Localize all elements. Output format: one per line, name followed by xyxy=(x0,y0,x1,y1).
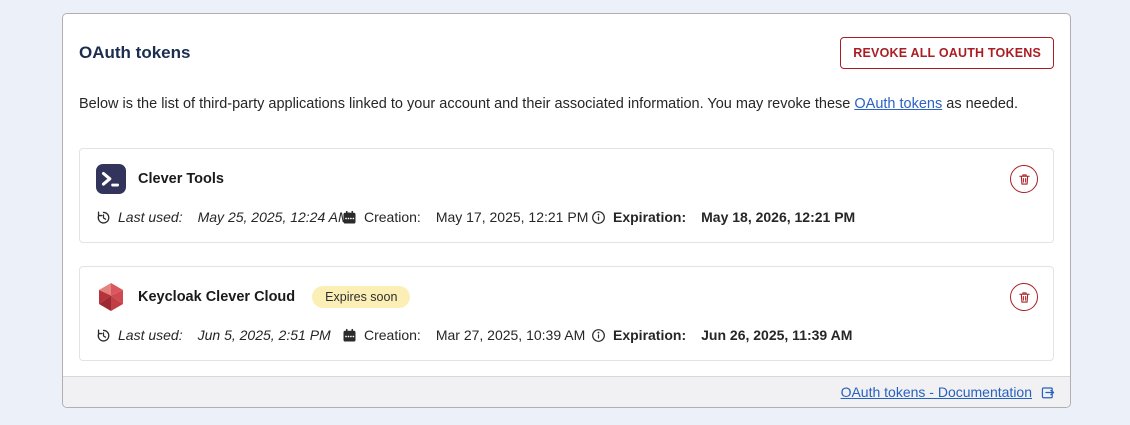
panel-footer: OAuth tokens - Documentation xyxy=(63,376,1070,407)
calendar-icon xyxy=(342,328,357,343)
expiration-label: Expiration: xyxy=(613,327,686,343)
token-meta-row: Last used: May 25, 2025, 12:24 AM xyxy=(96,209,1037,225)
token-name: Keycloak Clever Cloud xyxy=(138,289,295,305)
token-card-keycloak: Keycloak Clever Cloud Expires soon xyxy=(79,266,1054,361)
last-used-group: Last used: May 25, 2025, 12:24 AM xyxy=(96,209,342,225)
description-before: Below is the list of third-party applica… xyxy=(79,96,854,112)
info-icon xyxy=(591,210,606,225)
panel-header: OAuth tokens REVOKE ALL OAUTH TOKENS xyxy=(63,14,1070,69)
expiration-group: Expiration: Jun 26, 2025, 11:39 AM xyxy=(591,327,852,343)
creation-value: Mar 27, 2025, 10:39 AM xyxy=(436,327,585,343)
revoke-all-tokens-button[interactable]: REVOKE ALL OAUTH TOKENS xyxy=(840,37,1054,69)
revoke-token-button[interactable] xyxy=(1010,283,1038,311)
page-title: OAuth tokens xyxy=(79,43,190,63)
info-icon xyxy=(591,328,606,343)
external-link-icon xyxy=(1040,385,1055,400)
creation-group: Creation: May 17, 2025, 12:21 PM xyxy=(342,209,591,225)
creation-label: Creation: xyxy=(364,209,421,225)
history-icon xyxy=(96,328,111,343)
expiration-label: Expiration: xyxy=(613,209,686,225)
calendar-icon xyxy=(342,210,357,225)
expiration-value: Jun 26, 2025, 11:39 AM xyxy=(701,327,852,343)
creation-group: Creation: Mar 27, 2025, 10:39 AM xyxy=(342,327,591,343)
description-text: Below is the list of third-party applica… xyxy=(63,94,1070,114)
token-meta-row: Last used: Jun 5, 2025, 2:51 PM xyxy=(96,327,1037,343)
expiration-value: May 18, 2026, 12:21 PM xyxy=(701,209,855,225)
keycloak-icon xyxy=(96,282,126,312)
last-used-label: Last used: xyxy=(118,327,183,343)
token-list: Clever Tools Last used: xyxy=(63,148,1070,361)
token-head: Keycloak Clever Cloud Expires soon xyxy=(96,282,1037,312)
last-used-value: May 25, 2025, 12:24 AM xyxy=(198,209,350,225)
description-after: as needed. xyxy=(942,96,1018,112)
last-used-label: Last used: xyxy=(118,209,183,225)
history-icon xyxy=(96,210,111,225)
documentation-link[interactable]: OAuth tokens - Documentation xyxy=(841,384,1032,400)
last-used-group: Last used: Jun 5, 2025, 2:51 PM xyxy=(96,327,342,343)
oauth-tokens-panel: OAuth tokens REVOKE ALL OAUTH TOKENS Bel… xyxy=(62,13,1071,408)
token-card-clever-tools: Clever Tools Last used: xyxy=(79,148,1054,243)
token-name: Clever Tools xyxy=(138,171,224,187)
creation-value: May 17, 2025, 12:21 PM xyxy=(436,209,589,225)
trash-icon xyxy=(1018,173,1031,186)
last-used-value: Jun 5, 2025, 2:51 PM xyxy=(198,327,331,343)
revoke-token-button[interactable] xyxy=(1010,165,1038,193)
trash-icon xyxy=(1018,291,1031,304)
creation-label: Creation: xyxy=(364,327,421,343)
oauth-tokens-link[interactable]: OAuth tokens xyxy=(854,96,942,112)
token-head: Clever Tools xyxy=(96,164,1037,194)
terminal-icon xyxy=(96,164,126,194)
expiration-group: Expiration: May 18, 2026, 12:21 PM xyxy=(591,209,855,225)
expires-soon-badge: Expires soon xyxy=(312,286,410,308)
